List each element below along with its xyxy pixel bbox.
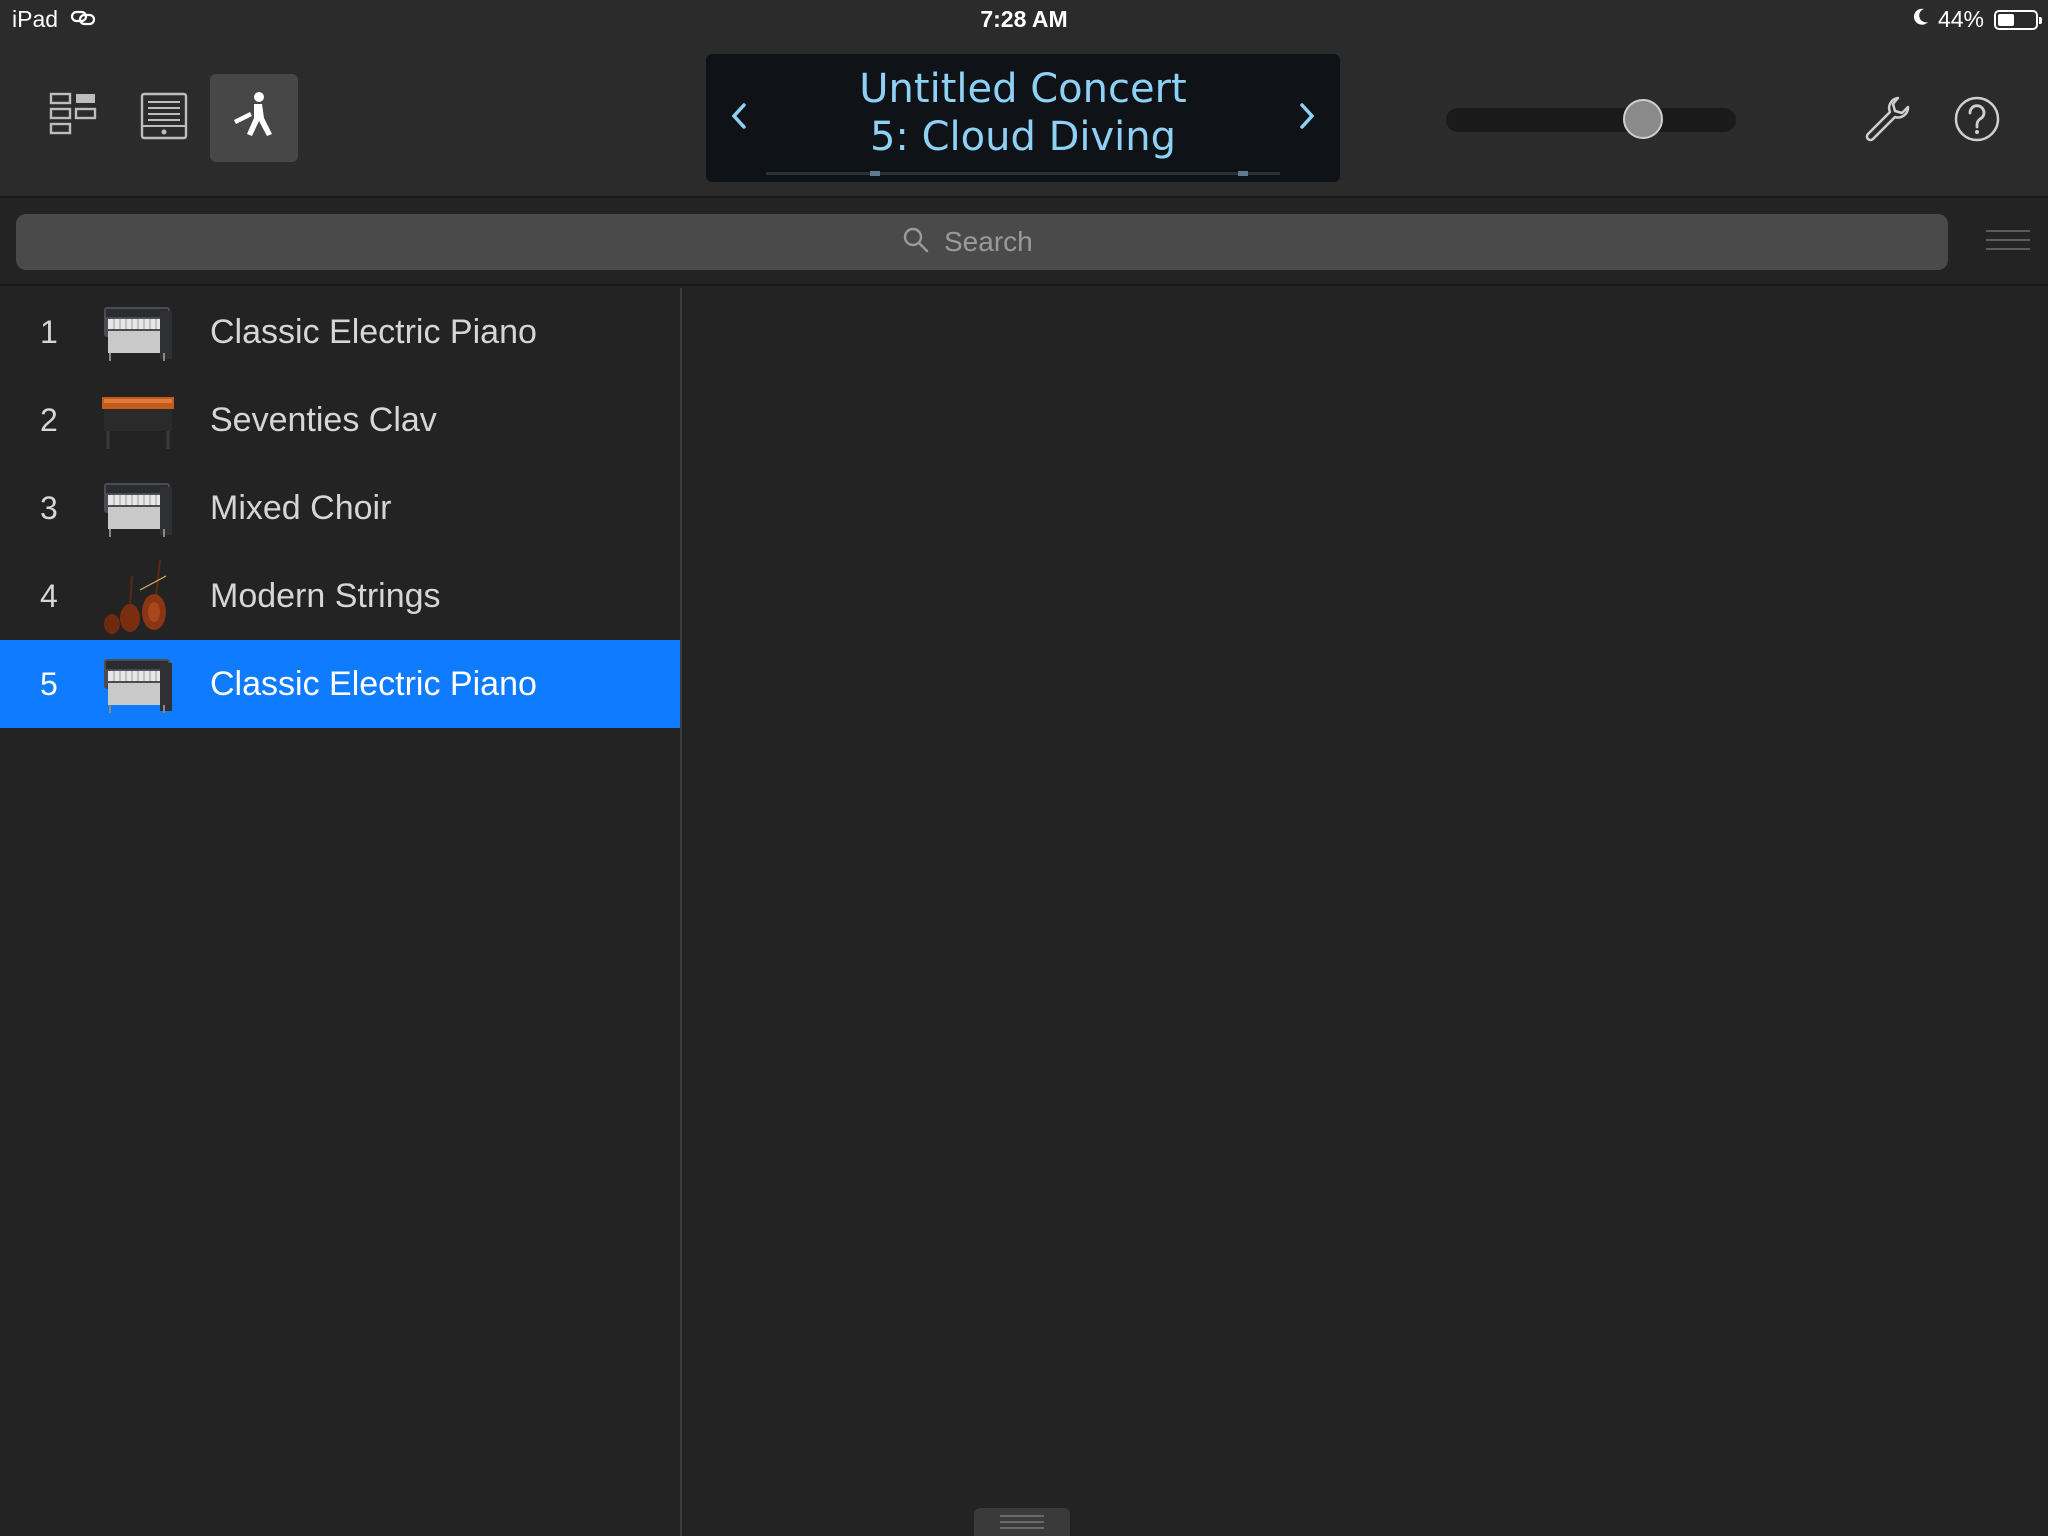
patch-row[interactable]: 2 Seventies Clav [0,376,680,464]
volume-knob[interactable] [1623,99,1664,139]
patch-number: 4 [40,577,58,614]
search-bar-row [0,200,2048,286]
clav-icon [100,384,176,456]
patch-name: Mixed Choir [210,488,392,527]
next-patch-button[interactable] [1292,98,1322,138]
strings-icon [100,559,176,634]
tracks-view-icon [138,90,190,147]
concert-name: Untitled Concert [859,66,1187,112]
chevron-right-icon [1298,101,1316,136]
patch-row[interactable]: 3 Mixed Choir [0,464,680,552]
main-toolbar: Untitled Concert 5: Cloud Diving [0,40,2048,198]
wrench-icon [1860,96,1914,150]
settings-button[interactable] [1860,92,1914,146]
electric-piano-icon [100,472,176,544]
performance-area [684,288,2048,1536]
patch-number: 2 [40,401,58,438]
battery-icon [1994,9,2042,30]
tracks-view-button[interactable] [120,74,208,162]
patch-list: 1 Classic Electric Piano2 Seventies Cla [0,288,682,1536]
patch-name: Modern Strings [210,576,441,615]
current-patch-name: 5: Cloud Diving [869,114,1177,160]
do-not-disturb-moon-icon [1912,6,1930,33]
position-marker [870,171,880,176]
browser-view-button[interactable] [30,74,118,162]
battery-percent: 44% [1937,6,1984,32]
bottom-drawer-handle[interactable] [974,1508,1070,1536]
question-mark-icon [1950,96,2004,150]
patch-number: 3 [40,489,58,526]
patch-row[interactable]: 5 Classic Electric Piano [0,640,680,728]
patch-name: Classic Electric Piano [210,664,537,703]
patch-number: 5 [40,665,58,702]
browser-view-icon [48,90,100,147]
patch-number: 1 [40,313,58,350]
patch-row[interactable]: 4 Modern Strings [0,552,680,640]
search-icon [902,226,930,259]
electric-piano-icon [100,648,176,720]
patch-position-track [766,171,1280,176]
search-field[interactable] [16,214,1948,270]
search-input[interactable] [942,225,1062,259]
position-marker [1238,171,1248,176]
concert-lcd-display: Untitled Concert 5: Cloud Diving [706,54,1340,182]
help-button[interactable] [1950,92,2004,146]
status-bar: iPad 7:28 AM 44% [0,0,2048,40]
electric-piano-icon [100,296,176,368]
perform-view-button[interactable] [210,74,298,162]
patch-row[interactable]: 1 Classic Electric Piano [0,288,680,376]
master-volume-slider[interactable] [1446,99,1736,139]
status-right: 44% [1912,6,2042,33]
reorder-handle-icon[interactable] [1986,230,2030,250]
perform-view-icon [228,90,280,147]
patch-name: Classic Electric Piano [210,312,537,351]
patch-name: Seventies Clav [210,400,437,439]
status-time: 7:28 AM [980,6,1068,32]
